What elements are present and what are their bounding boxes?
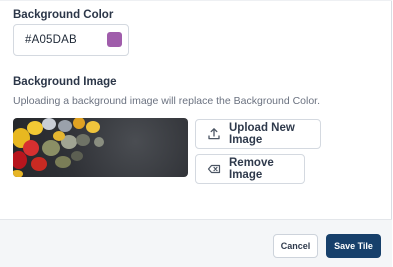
candy-shape <box>71 151 83 161</box>
background-image-help: Uploading a background image will replac… <box>13 95 321 107</box>
background-image-label: Background Image <box>13 76 117 88</box>
candy-shape <box>53 131 65 141</box>
candy-shape <box>73 118 85 129</box>
candy-shape <box>27 121 43 135</box>
candy-shape <box>42 140 60 156</box>
background-image-preview <box>13 118 188 177</box>
image-preview-art <box>13 118 104 177</box>
upload-icon <box>207 127 221 141</box>
color-hex-value[interactable]: #A05DAB <box>25 34 77 46</box>
candy-shape <box>94 137 104 147</box>
save-tile-button[interactable]: Save Tile <box>326 234 381 258</box>
backspace-icon <box>207 162 221 176</box>
color-picker-field[interactable]: #A05DAB <box>13 24 129 56</box>
candy-shape <box>76 134 90 146</box>
top-divider <box>0 0 392 1</box>
remove-image-button[interactable]: Remove Image <box>195 154 305 184</box>
tile-settings-panel: Background Color #A05DAB Background Imag… <box>0 0 392 267</box>
color-swatch[interactable] <box>107 32 122 47</box>
upload-new-image-label: Upload New Image <box>229 122 295 146</box>
candy-shape <box>31 157 47 171</box>
candy-shape <box>86 121 100 133</box>
candy-shape <box>13 151 27 169</box>
upload-new-image-button[interactable]: Upload New Image <box>195 119 321 149</box>
candy-shape <box>55 156 71 168</box>
candy-shape <box>13 170 23 177</box>
candy-shape <box>58 120 72 132</box>
background-color-label: Background Color <box>13 9 114 21</box>
remove-image-label: Remove Image <box>229 157 274 181</box>
candy-shape <box>23 140 39 156</box>
candy-shape <box>42 118 56 130</box>
cancel-button[interactable]: Cancel <box>273 234 318 258</box>
